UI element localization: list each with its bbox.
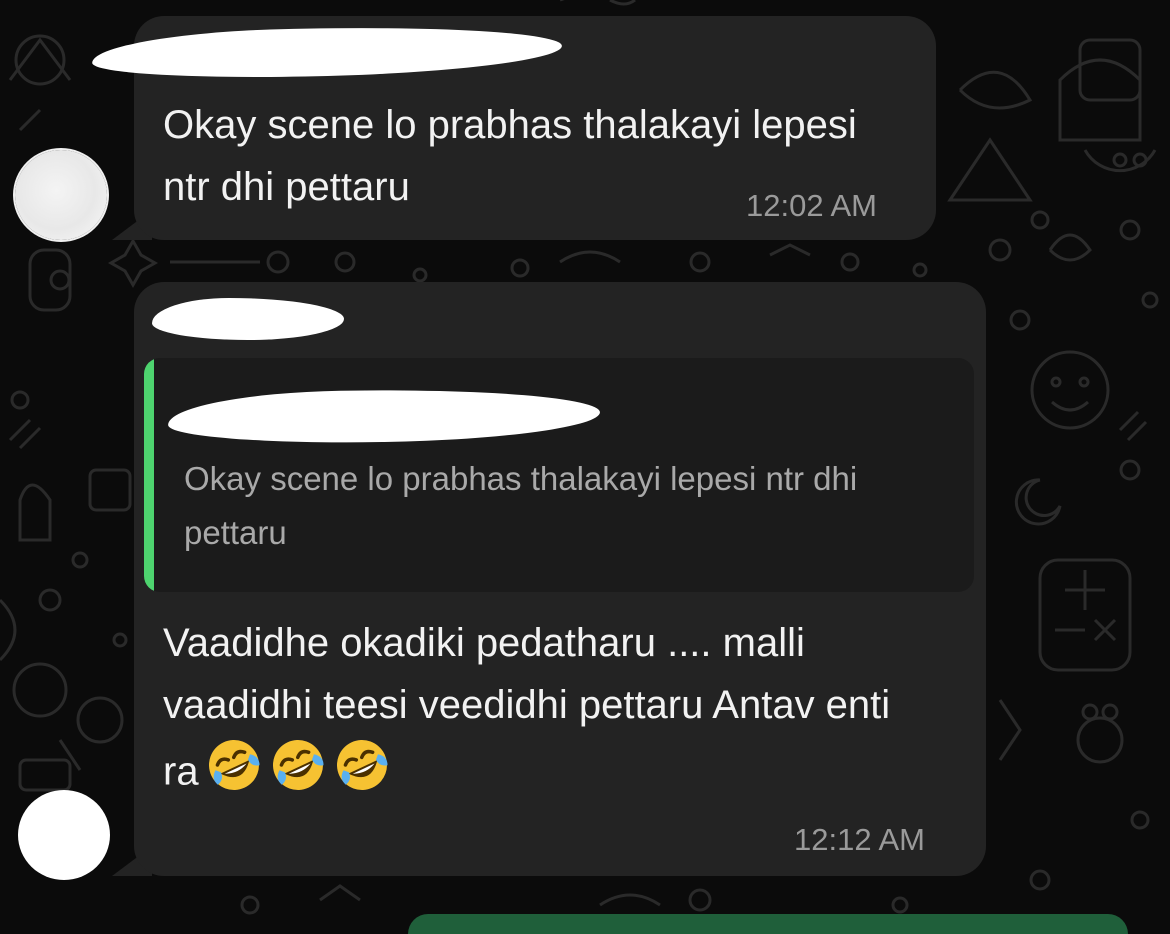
message-timestamp: 12:12 AM <box>794 822 925 857</box>
sender-avatar[interactable] <box>15 150 107 240</box>
sender-avatar[interactable] <box>18 790 110 880</box>
message-bubble-outgoing[interactable] <box>408 914 1128 934</box>
message-text: Vaadidhe okadiki pedatharu .... malli va… <box>163 612 923 812</box>
message-timestamp: 12:02 AM <box>746 188 877 223</box>
quoted-reply[interactable]: Okay scene lo prabhas thalakayi lepesi n… <box>144 358 974 592</box>
quoted-message-text: Okay scene lo prabhas thalakayi lepesi n… <box>184 460 858 551</box>
quote-accent-bar <box>144 358 154 592</box>
rolling-on-floor-laughing-icon <box>269 736 327 812</box>
redacted-sender-name <box>152 298 344 340</box>
rolling-on-floor-laughing-icon <box>333 736 391 812</box>
rolling-on-floor-laughing-icon <box>205 736 263 812</box>
